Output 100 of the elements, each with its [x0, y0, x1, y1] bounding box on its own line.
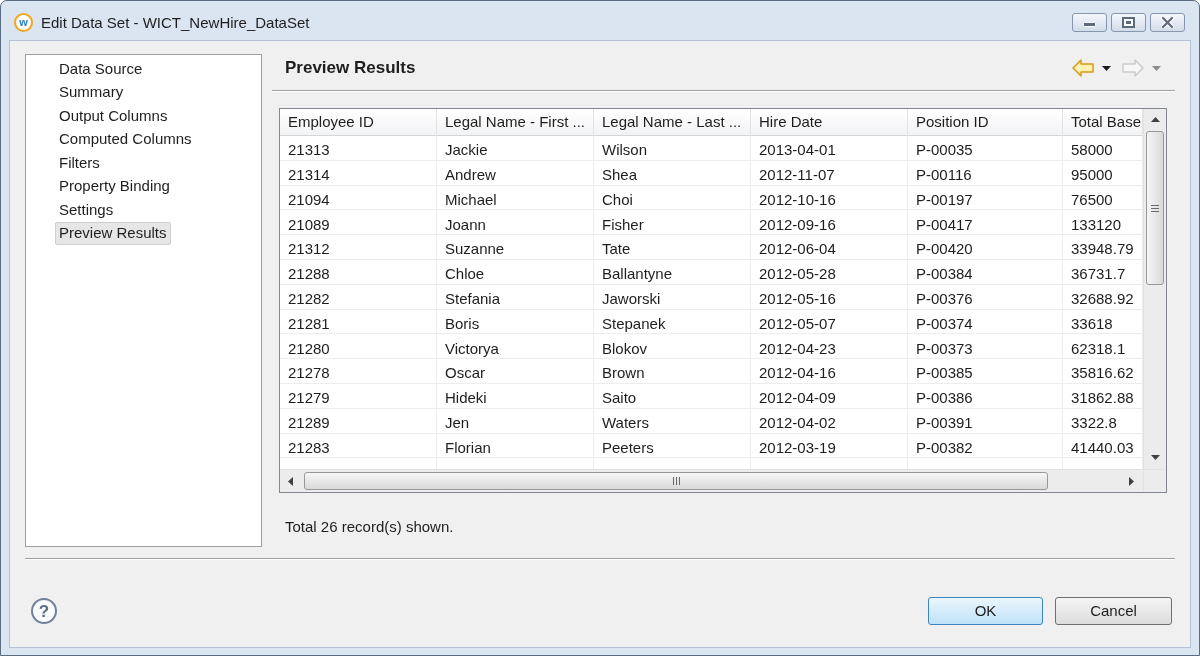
- table-cell: Victorya: [437, 334, 594, 360]
- table-cell: P-00116: [908, 160, 1063, 186]
- table-cell: Tate: [594, 235, 751, 260]
- caret-down-icon[interactable]: [1150, 455, 1160, 460]
- caret-up-icon[interactable]: [1150, 117, 1160, 122]
- column-header[interactable]: Hire Date: [751, 109, 908, 136]
- table-cell: 2012-11-07: [751, 160, 908, 186]
- scrollbar-thumb[interactable]: [304, 472, 1048, 490]
- column-header[interactable]: Position ID: [908, 109, 1063, 136]
- sidebar-item[interactable]: Settings: [55, 198, 118, 222]
- table-cell: P-00373: [908, 334, 1063, 360]
- table-cell: 2012-05-16: [751, 284, 908, 310]
- table-cell: 2012-04-23: [751, 334, 908, 360]
- table-cell: Joann: [437, 210, 594, 236]
- table-cell: P-00391: [908, 408, 1063, 434]
- table-cell: 21313: [280, 136, 437, 161]
- table-cell: Ballantyne: [594, 260, 751, 285]
- table-cell: 21094: [280, 185, 437, 211]
- table-cell: Shea: [594, 160, 751, 186]
- grip-icon: [672, 477, 680, 485]
- table-cell: P-00385: [908, 359, 1063, 384]
- table-cell: Wilson: [594, 136, 751, 161]
- table-cell: 2012-04-09: [751, 383, 908, 409]
- column-header[interactable]: Legal Name - First ...: [437, 109, 594, 136]
- table-cell: Suzanne: [437, 235, 594, 260]
- sidebar-item[interactable]: Summary: [55, 80, 128, 104]
- ok-button[interactable]: OK: [928, 597, 1043, 625]
- table-cell: Choi: [594, 185, 751, 211]
- table-cell: P-00384: [908, 260, 1063, 285]
- table-cell: 2013-04-01: [751, 136, 908, 161]
- table-cell: Saito: [594, 383, 751, 409]
- table-cell: Stefania: [437, 284, 594, 310]
- table-cell: 21282: [280, 284, 437, 310]
- minimize-button[interactable]: [1072, 13, 1107, 32]
- window-title: Edit Data Set - WICT_NewHire_DataSet: [41, 13, 310, 33]
- table-cell: 2012-06-04: [751, 235, 908, 260]
- close-button[interactable]: [1150, 13, 1185, 32]
- table-cell: Waters: [594, 408, 751, 434]
- table-cell: Hideki: [437, 383, 594, 409]
- table-cell: 21089: [280, 210, 437, 236]
- table-cell: Stepanek: [594, 309, 751, 335]
- table-cell: P-00386: [908, 383, 1063, 409]
- help-button[interactable]: ?: [31, 598, 57, 624]
- table-cell: 21281: [280, 309, 437, 335]
- table-cell: Jaworski: [594, 284, 751, 310]
- sidebar-item[interactable]: Output Columns: [55, 104, 172, 128]
- table-cell: 21278: [280, 359, 437, 384]
- status-text: Total 26 record(s) shown.: [285, 518, 454, 536]
- caret-down-icon[interactable]: [1102, 65, 1111, 71]
- grip-icon: [1151, 204, 1159, 212]
- table-cell: P-00035: [908, 136, 1063, 161]
- table-cell: P-00376: [908, 284, 1063, 310]
- caret-left-icon[interactable]: [288, 476, 293, 486]
- table-cell: 2012-03-19: [751, 433, 908, 459]
- table-cell: 2012-05-28: [751, 260, 908, 285]
- table-cell: Boris: [437, 309, 594, 335]
- minimize-icon: [1083, 22, 1096, 27]
- cancel-button[interactable]: Cancel: [1055, 597, 1172, 625]
- caret-right-icon[interactable]: [1129, 476, 1134, 486]
- table-cell: P-00197: [908, 185, 1063, 211]
- table-cell: Blokov: [594, 334, 751, 360]
- table-cell: 2012-09-16: [751, 210, 908, 236]
- table-cell: 2012-10-16: [751, 185, 908, 211]
- table-cell: Andrew: [437, 160, 594, 186]
- table-cell: Fisher: [594, 210, 751, 236]
- maximize-icon: [1122, 17, 1135, 28]
- table-cell: 21288: [280, 260, 437, 285]
- sidebar-item[interactable]: Property Binding: [55, 174, 174, 198]
- table-cell: 21312: [280, 235, 437, 260]
- table-cell: Jen: [437, 408, 594, 434]
- table-cell: P-00420: [908, 235, 1063, 260]
- close-icon: [1161, 17, 1174, 28]
- column-header[interactable]: Employee ID: [280, 109, 437, 136]
- table-cell: 21280: [280, 334, 437, 360]
- page-heading: Preview Results: [285, 57, 416, 80]
- table-cell: 21314: [280, 160, 437, 186]
- table-cell: 21279: [280, 383, 437, 409]
- app-logo: w: [14, 13, 33, 32]
- table-cell: P-00374: [908, 309, 1063, 335]
- table-cell: P-00382: [908, 433, 1063, 459]
- table-cell: Michael: [437, 185, 594, 211]
- column-header[interactable]: Legal Name - Last ...: [594, 109, 751, 136]
- table-cell: Chloe: [437, 260, 594, 285]
- table-cell: Peeters: [594, 433, 751, 459]
- scrollbar-thumb[interactable]: [1146, 131, 1164, 285]
- table-cell: Jackie: [437, 136, 594, 161]
- table-cell: 2012-05-07: [751, 309, 908, 335]
- sidebar-item[interactable]: Preview Results: [55, 221, 171, 245]
- sidebar-item[interactable]: Data Source: [55, 57, 147, 81]
- table-cell: 2012-04-16: [751, 359, 908, 384]
- table-cell: P-00417: [908, 210, 1063, 236]
- table-cell: Oscar: [437, 359, 594, 384]
- sidebar-item[interactable]: Filters: [55, 151, 104, 175]
- table-cell: 2012-04-02: [751, 408, 908, 434]
- table-cell: Florian: [437, 433, 594, 459]
- table-cell: 21283: [280, 433, 437, 459]
- sidebar-item[interactable]: Computed Columns: [55, 127, 196, 151]
- table-cell: 21289: [280, 408, 437, 434]
- table-cell: Brown: [594, 359, 751, 384]
- maximize-button[interactable]: [1111, 13, 1146, 32]
